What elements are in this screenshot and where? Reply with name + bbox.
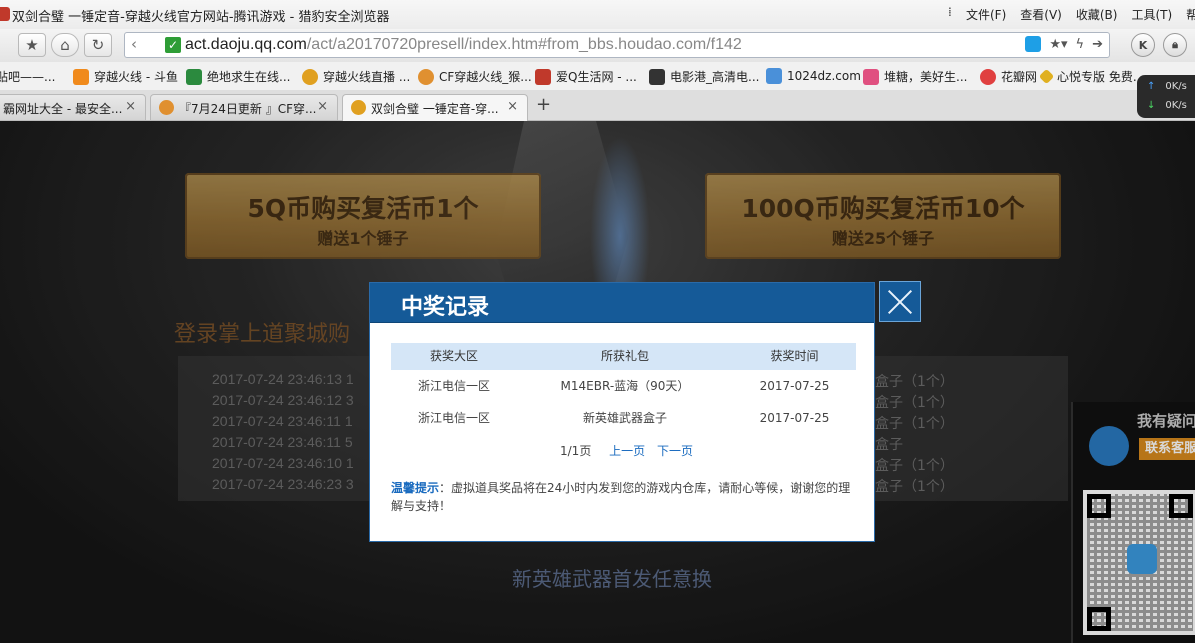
column-header-region: 获奖大区 (429, 349, 478, 363)
prize-table: 获奖大区 所获礼包 获奖时间 浙江电信一区 M14EBR-蓝海（90天） 201… (391, 343, 856, 434)
dialog-title: 中奖记录 (401, 295, 490, 320)
page-indicator: 1/1页 (560, 444, 592, 458)
url-text[interactable]: act.daoju.qq.com/act/a20170720presell/in… (185, 36, 742, 54)
bookmark-item[interactable]: 1024dz.com (766, 68, 861, 84)
browser-app-icon (0, 7, 10, 21)
bookmarks-bar: 贴吧——... 穿越火线 - 斗鱼 绝地求生在线... 穿越火线直播 ... C… (0, 62, 1195, 91)
next-page-link[interactable]: 下一页 (657, 444, 693, 458)
system-menu-icon[interactable]: ⁞ (948, 5, 952, 19)
network-speed-widget: ↑ 0K/s ↓ 0K/s (1137, 75, 1195, 118)
bookmark-favicon (418, 68, 434, 85)
url-host: act.daoju.qq.com (185, 36, 307, 53)
navigation-bar: ★ ⌂ ↻ ‹ ✓ act.daoju.qq.com/act/a20170720… (0, 29, 1195, 63)
cell-gift: 新英雄武器盒子 (582, 411, 667, 425)
new-tab-button[interactable]: + (536, 94, 551, 115)
notice-text: 温馨提示：虚拟道具奖品将在24小时内发到您的游戏内仓库，请耐心等候，谢谢您的理解… (391, 479, 856, 515)
bookmark-item[interactable]: CF穿越火线_猴... (418, 68, 532, 85)
go-arrow-icon[interactable]: ➔ (1092, 37, 1103, 52)
pagination: 1/1页 上一页 下一页 (560, 442, 693, 459)
bookmark-favicon (863, 68, 879, 85)
secure-check-icon: ✓ (165, 37, 181, 53)
account-k-button[interactable]: K (1131, 33, 1155, 57)
cell-gift: M14EBR-蓝海（90天） (560, 379, 690, 393)
menu-favorites[interactable]: 收藏(B) (1076, 6, 1118, 23)
menu-view[interactable]: 查看(V) (1020, 6, 1062, 23)
bookmark-item[interactable]: 绝地求生在线... (186, 68, 290, 85)
tab-favicon (351, 100, 366, 115)
tab-cf-update[interactable]: 『7月24日更新 』CF穿... × (150, 94, 338, 120)
menu-help[interactable]: 帮助 (1186, 6, 1195, 23)
table-row: 浙江电信一区 M14EBR-蓝海（90天） 2017-07-25 (391, 370, 856, 402)
tab-navigation-site[interactable]: 霸网址大全 - 最安全... × (0, 94, 146, 120)
bookmark-item[interactable]: 花瓣网 (980, 68, 1037, 85)
column-header-time: 获奖时间 (770, 349, 819, 363)
bookmark-item[interactable]: 穿越火线直播 ... (302, 68, 410, 85)
cell-time: 2017-07-25 (759, 411, 830, 425)
bookmark-favicon (649, 68, 665, 85)
bookmark-favicon (980, 68, 996, 85)
address-bar[interactable]: ‹ ✓ act.daoju.qq.com/act/a20170720presel… (124, 32, 1110, 58)
prev-page-link[interactable]: 上一页 (609, 444, 645, 458)
close-dialog-button[interactable] (879, 281, 921, 322)
lightning-icon[interactable]: ϟ (1076, 37, 1085, 52)
home-button[interactable]: ⌂ (51, 33, 79, 57)
title-bar: 双剑合璧 一锤定音-穿越火线官方网站-腾讯游戏 - 猎豹安全浏览器 ⁞ 文件(F… (0, 0, 1195, 30)
download-speed: 0K/s (1165, 100, 1187, 111)
column-header-gift: 所获礼包 (600, 349, 649, 363)
upload-arrow-icon: ↑ (1147, 81, 1156, 92)
bookmark-favicon (73, 68, 89, 85)
bookmark-item[interactable]: 堆糖，美好生... (863, 68, 967, 85)
tab-bar: 霸网址大全 - 最安全... × 『7月24日更新 』CF穿... × 双剑合璧… (0, 90, 1195, 121)
download-arrow-icon: ↓ (1147, 100, 1156, 111)
bookmark-favicon (1038, 68, 1055, 85)
notice-label: 温馨提示 (391, 481, 440, 495)
bookmark-favicon (535, 68, 551, 85)
tab-favicon (159, 100, 174, 115)
prize-record-dialog: 中奖记录 获奖大区 所获礼包 获奖时间 浙江电信一区 M14EBR-蓝海（90天… (369, 282, 875, 542)
window-title: 双剑合璧 一锤定音-穿越火线官方网站-腾讯游戏 - 猎豹安全浏览器 (12, 10, 390, 25)
url-path: /act/a20170720presell/index.htm#from_bbs… (306, 36, 742, 53)
cell-region: 浙江电信一区 (417, 411, 490, 425)
toolbar-right: K 🔒︎ (1131, 33, 1187, 57)
bookmark-item[interactable]: 电影港_高清电... (649, 68, 759, 85)
table-header-row: 获奖大区 所获礼包 获奖时间 (391, 343, 856, 370)
tab-close-icon[interactable]: × (507, 99, 518, 114)
menu-tools[interactable]: 工具(T) (1131, 6, 1172, 23)
reload-button[interactable]: ↻ (84, 33, 112, 57)
bookmark-favicon (302, 68, 318, 85)
tab-active-event[interactable]: 双剑合璧 一锤定音-穿... × (342, 94, 528, 121)
tab-close-icon[interactable]: × (125, 99, 136, 114)
bookmark-favicon (766, 68, 782, 84)
back-arrow-icon[interactable]: ‹ (131, 35, 137, 53)
address-tools: ★▾ ϟ ➔ (1025, 36, 1103, 52)
tab-close-icon[interactable]: × (317, 99, 328, 114)
lock-icon[interactable]: 🔒︎ (1163, 33, 1187, 57)
notice-body: ：虚拟道具奖品将在24小时内发到您的游戏内仓库，请耐心等候，谢谢您的理解与支持！ (391, 481, 851, 513)
upload-speed: 0K/s (1165, 81, 1187, 92)
bookmark-favicon (186, 68, 202, 85)
table-row: 浙江电信一区 新英雄武器盒子 2017-07-25 (391, 402, 856, 434)
bookmark-star-icon[interactable]: ★▾ (1049, 37, 1067, 52)
cell-region: 浙江电信一区 (417, 379, 490, 393)
cell-time: 2017-07-25 (759, 379, 830, 393)
security-shield-icon[interactable] (1025, 36, 1042, 52)
bookmark-item[interactable]: 穿越火线 - 斗鱼 (73, 68, 178, 85)
dialog-header: 中奖记录 (370, 283, 874, 323)
bookmark-item[interactable]: 贴吧——... (0, 68, 55, 85)
bookmark-item[interactable]: 爱Q生活网 - ... (535, 68, 637, 85)
menu-bar: 文件(F) 查看(V) 收藏(B) 工具(T) 帮助 (966, 6, 1195, 23)
menu-file[interactable]: 文件(F) (966, 6, 1006, 23)
bookmark-item[interactable]: 心悦专版 免费... (1038, 68, 1144, 85)
favorite-star-button[interactable]: ★ (18, 33, 46, 57)
